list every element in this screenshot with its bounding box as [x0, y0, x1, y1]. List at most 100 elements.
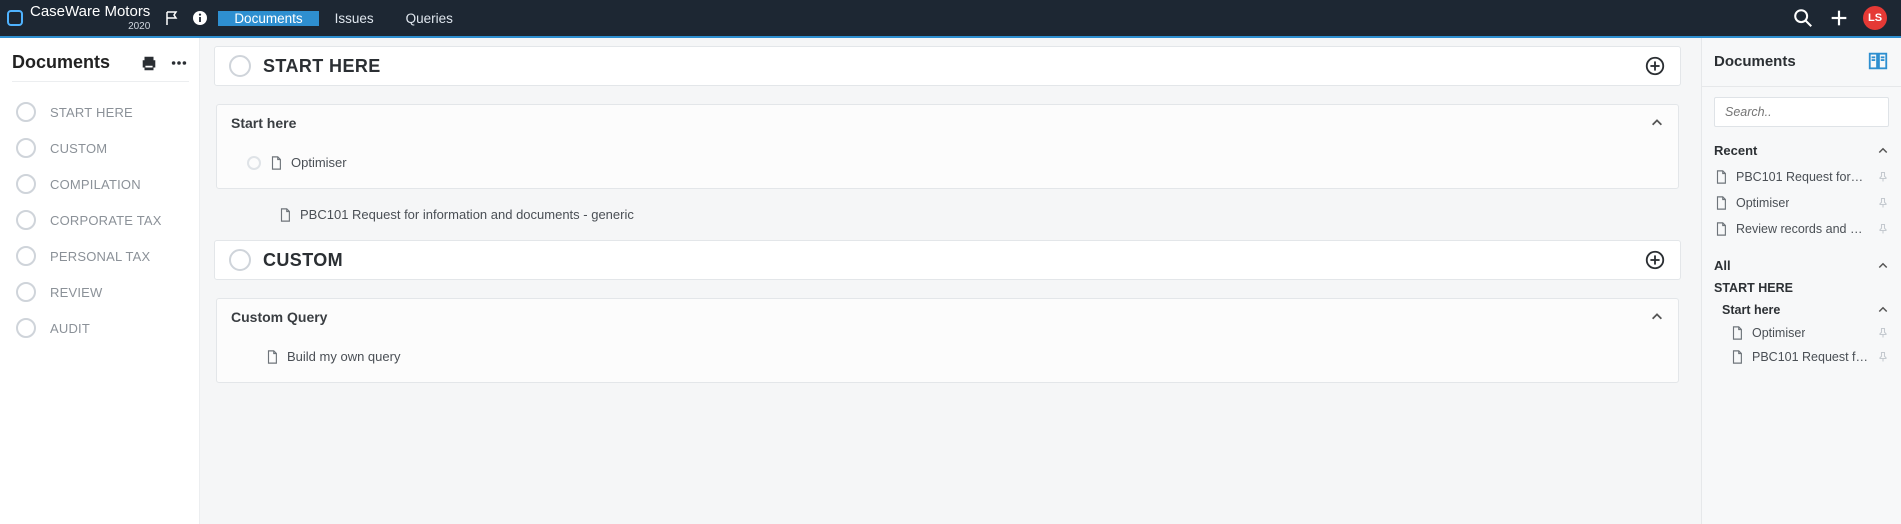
right-panel-header: Documents — [1714, 50, 1889, 72]
flag-icon[interactable] — [158, 10, 186, 26]
sidebar-item-review[interactable]: REVIEW — [12, 274, 189, 310]
search-icon[interactable] — [1791, 6, 1815, 30]
all-item[interactable]: PBC101 Request for inf… — [1714, 345, 1889, 369]
pin-icon[interactable] — [1877, 327, 1889, 339]
document-label: PBC101 Request for information and docum… — [300, 207, 634, 222]
brand-icon[interactable] — [0, 10, 30, 26]
all-folder-toggle[interactable]: START HERE — [1714, 281, 1889, 295]
chevron-up-icon — [1877, 260, 1889, 272]
section-title: START HERE — [263, 56, 381, 77]
sidebar-divider — [12, 81, 189, 82]
info-icon[interactable] — [186, 10, 214, 26]
all-item[interactable]: Optimiser — [1714, 321, 1889, 345]
pin-icon[interactable] — [1877, 351, 1889, 363]
tab-label: Documents — [234, 11, 302, 26]
recent-item[interactable]: Optimiser — [1714, 190, 1889, 216]
print-icon[interactable] — [139, 53, 159, 73]
tab-label: Issues — [335, 11, 374, 26]
document-row[interactable]: PBC101 Request for information and docum… — [216, 189, 1679, 240]
sidebar-item-label: CORPORATE TAX — [50, 213, 162, 228]
top-bar: CaseWare Motors 2020 Documents Issues Qu… — [0, 0, 1901, 36]
all-title-label: All — [1714, 258, 1731, 273]
section-add-icon[interactable] — [1644, 55, 1666, 77]
topbar-right: LS — [1791, 0, 1901, 36]
more-icon[interactable] — [169, 53, 189, 73]
sidebar-item-custom[interactable]: CUSTOM — [12, 130, 189, 166]
sidebar-item-label: START HERE — [50, 105, 133, 120]
document-label: Build my own query — [287, 349, 400, 364]
user-avatar[interactable]: LS — [1863, 6, 1887, 30]
document-row[interactable]: Build my own query — [217, 341, 1678, 372]
folder-title: Custom Query — [231, 309, 327, 325]
sidebar-actions — [139, 53, 189, 73]
folder-header[interactable]: Custom Query — [217, 299, 1678, 335]
folder-start-here: Start here Optimiser — [216, 104, 1679, 189]
all-toggle[interactable]: All — [1714, 258, 1889, 273]
chevron-up-icon — [1650, 116, 1664, 130]
section-custom: CUSTOM — [214, 240, 1681, 280]
tab-queries[interactable]: Queries — [390, 11, 469, 26]
avatar-initials: LS — [1868, 12, 1882, 24]
main-content: START HERE Start here — [200, 38, 1701, 524]
pin-icon[interactable] — [1877, 197, 1889, 209]
all-item-label: Optimiser — [1752, 326, 1805, 340]
status-circle-icon — [16, 282, 36, 302]
left-sidebar: Documents START HERE CUSTOM COMPILATION … — [0, 38, 200, 524]
sidebar-item-label: REVIEW — [50, 285, 102, 300]
status-circle-icon — [16, 210, 36, 230]
document-label: Optimiser — [291, 155, 347, 170]
recent-item[interactable]: PBC101 Request for inf… — [1714, 164, 1889, 190]
divider — [1702, 86, 1901, 87]
document-icon — [278, 208, 292, 222]
folder-body: Optimiser — [217, 141, 1678, 188]
chevron-up-icon — [1650, 310, 1664, 324]
all-folder-label: START HERE — [1714, 281, 1793, 295]
sidebar-item-personal-tax[interactable]: PERSONAL TAX — [12, 238, 189, 274]
sidebar-item-audit[interactable]: AUDIT — [12, 310, 189, 346]
sidebar-item-label: AUDIT — [50, 321, 90, 336]
engagement-name: CaseWare Motors — [30, 4, 150, 21]
document-icon — [265, 350, 279, 364]
status-circle-icon — [229, 249, 251, 271]
folder-header[interactable]: Start here — [217, 105, 1678, 141]
all-subfolder-toggle[interactable]: Start here — [1722, 303, 1889, 317]
pin-icon[interactable] — [1877, 171, 1889, 183]
search-input[interactable] — [1714, 97, 1889, 127]
right-panel: Documents Recent PBC101 Request for inf…… — [1701, 38, 1901, 524]
sidebar-item-label: PERSONAL TAX — [50, 249, 150, 264]
status-circle-icon — [16, 102, 36, 122]
status-circle-icon — [229, 55, 251, 77]
status-circle-icon — [16, 138, 36, 158]
tab-documents[interactable]: Documents — [218, 11, 318, 26]
sidebar-item-compilation[interactable]: COMPILATION — [12, 166, 189, 202]
status-circle-icon — [16, 246, 36, 266]
status-circle-icon — [16, 318, 36, 338]
section-header: CUSTOM — [215, 241, 1680, 279]
layout: Documents START HERE CUSTOM COMPILATION … — [0, 38, 1901, 524]
engagement-block[interactable]: CaseWare Motors 2020 — [30, 4, 158, 32]
recent-item-label: PBC101 Request for inf… — [1736, 170, 1866, 184]
topbar-left: CaseWare Motors 2020 Documents Issues Qu… — [0, 0, 469, 36]
sidebar-item-start-here[interactable]: START HERE — [12, 94, 189, 130]
recent-toggle[interactable]: Recent — [1714, 143, 1889, 158]
pin-icon[interactable] — [1877, 223, 1889, 235]
document-icon — [1714, 196, 1728, 210]
tab-issues[interactable]: Issues — [319, 11, 390, 26]
section-body: Custom Query Build my own query — [214, 298, 1681, 383]
folder-title: Start here — [231, 115, 296, 131]
status-circle-icon — [247, 156, 261, 170]
right-panel-title: Documents — [1714, 53, 1796, 70]
section-start-here: START HERE — [214, 46, 1681, 86]
document-icon — [1714, 222, 1728, 236]
add-icon[interactable] — [1827, 6, 1851, 30]
recent-item-label: Optimiser — [1736, 196, 1789, 210]
section-header: START HERE — [215, 47, 1680, 85]
sidebar-item-corporate-tax[interactable]: CORPORATE TAX — [12, 202, 189, 238]
section-add-icon[interactable] — [1644, 249, 1666, 271]
recent-item[interactable]: Review records and doc… — [1714, 216, 1889, 242]
document-row[interactable]: Optimiser — [217, 147, 1678, 178]
sidebar-title: Documents — [12, 52, 110, 73]
panel-toggle-icon[interactable] — [1867, 50, 1889, 72]
document-icon — [1730, 350, 1744, 364]
section-title: CUSTOM — [263, 250, 343, 271]
